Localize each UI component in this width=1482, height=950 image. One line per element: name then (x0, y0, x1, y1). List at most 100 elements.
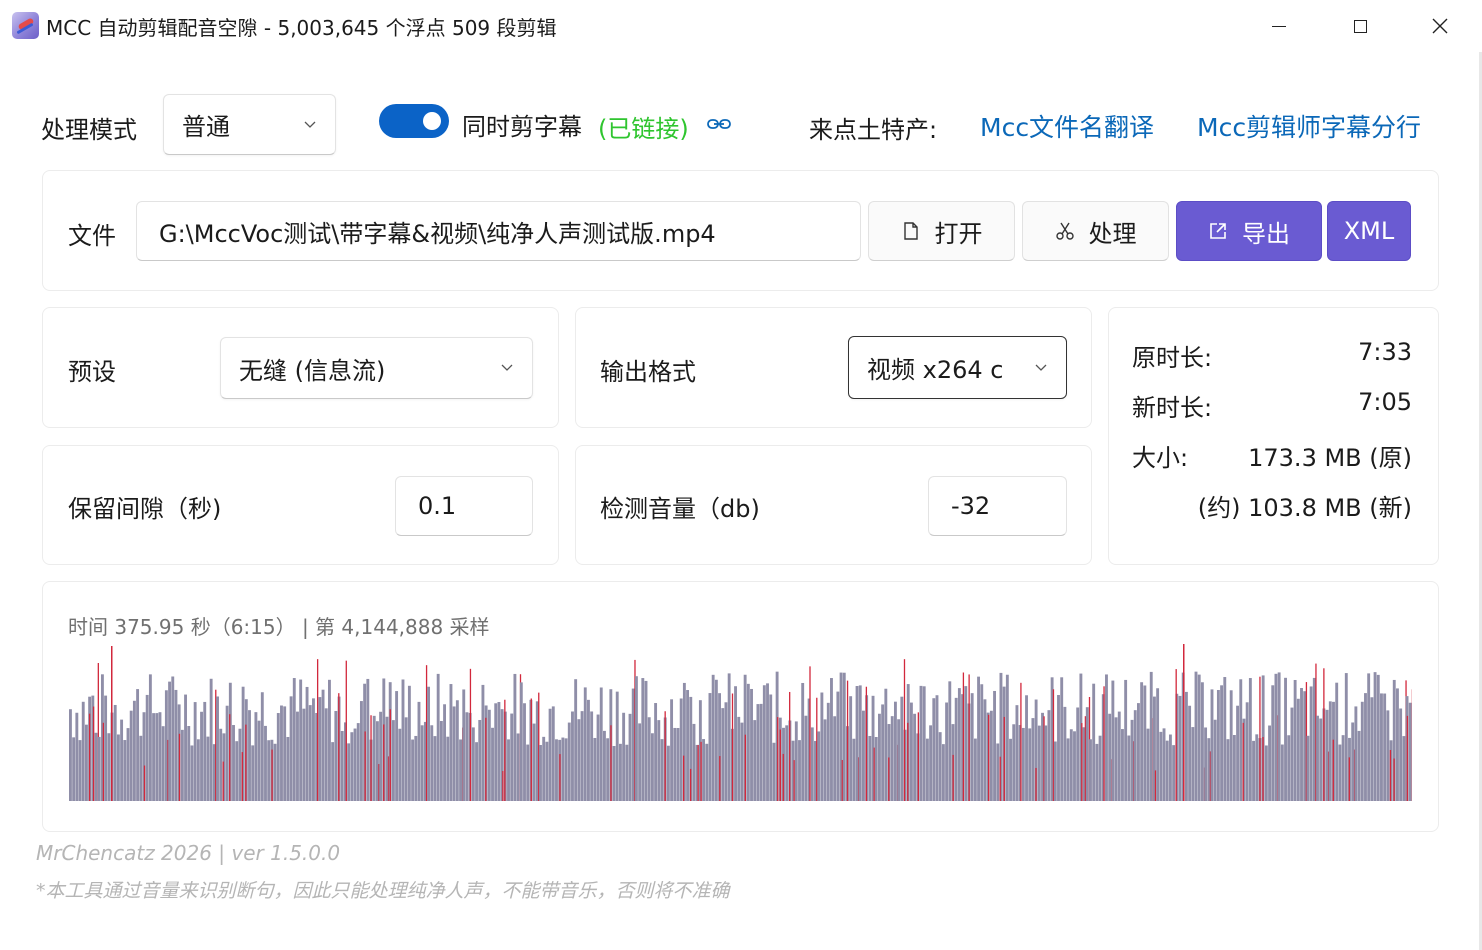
waveform-bar (612, 746, 616, 801)
waveform-bar (136, 689, 140, 801)
waveform-bar (574, 679, 578, 801)
cut-marker (952, 754, 954, 801)
minimize-button[interactable] (1259, 8, 1299, 44)
waveform-bar (164, 690, 168, 801)
close-button[interactable] (1420, 8, 1460, 44)
waveform-bar (606, 738, 610, 801)
cut-marker (782, 753, 784, 801)
waveform-bar (420, 725, 424, 801)
waveform-bar (1095, 743, 1099, 801)
external-link-icon (1210, 223, 1226, 239)
preset-dropdown[interactable]: 无缝 (信息流) (220, 337, 533, 399)
waveform-bar (200, 711, 203, 801)
waveform-bar (455, 700, 459, 801)
waveform-bar (155, 713, 159, 801)
xml-button[interactable]: XML (1327, 201, 1411, 261)
waveform-bar (1239, 679, 1243, 801)
waveform-canvas[interactable] (69, 643, 1412, 803)
waveform-bar (909, 702, 913, 801)
file-path-input[interactable]: G:\MccVoc测试\带字幕&视频\纯净人声测试版.mp4 (136, 201, 861, 261)
waveform-bar (1232, 735, 1236, 801)
cut-marker (389, 709, 391, 801)
waveform-bar (833, 716, 837, 801)
waveform-bar (427, 686, 431, 801)
waveform-bar (1162, 728, 1166, 801)
cut-marker (338, 693, 340, 801)
waveform-bar (1069, 729, 1073, 801)
waveform-bar (1351, 722, 1355, 801)
waveform-bar (1114, 717, 1118, 801)
waveform-bar (657, 720, 661, 801)
export-button[interactable]: 导出 (1176, 201, 1322, 261)
volume-input[interactable]: -32 (928, 476, 1067, 536)
waveform-bar (491, 727, 494, 801)
cut-marker (530, 698, 532, 801)
waveform-bar (174, 689, 178, 801)
cut-marker (809, 666, 811, 801)
waveform-bar (993, 690, 996, 801)
waveform-bar (324, 708, 328, 801)
waveform-bar (1344, 673, 1348, 801)
waveform-bar (264, 725, 267, 801)
waveform-bar (407, 685, 411, 801)
waveform-bar (583, 687, 587, 801)
waveform-bar (1290, 707, 1294, 801)
waveform-bar (724, 702, 728, 801)
waveform-bar (1213, 719, 1217, 801)
waveform-bar (404, 717, 408, 801)
waveform-bar (1149, 671, 1153, 801)
format-value: 视频 x264 c (867, 356, 1004, 384)
cut-marker (88, 713, 91, 801)
waveform-bar (1037, 725, 1041, 801)
waveform-bar (1159, 731, 1163, 801)
volume-label: 检测音量（db) (600, 495, 760, 523)
cut-marker (1175, 669, 1177, 801)
cut-marker (917, 712, 919, 801)
mode-dropdown[interactable]: 普通 (163, 94, 336, 155)
waveform-bar (465, 712, 469, 801)
cut-marker (271, 749, 273, 801)
waveform-bar (254, 712, 258, 801)
waveform-bar (1220, 685, 1224, 801)
waveform-bar (922, 686, 926, 801)
link-icon[interactable] (706, 113, 732, 135)
subtitle-toggle[interactable] (379, 104, 449, 138)
waveform-bar (545, 741, 549, 801)
waveform-bar (184, 694, 187, 801)
cut-marker (888, 757, 890, 801)
waveform-bar (1178, 695, 1182, 801)
open-button[interactable]: 打开 (868, 201, 1015, 261)
waveform-bar (180, 729, 184, 801)
waveform-bar (1057, 695, 1060, 801)
waveform-bar (855, 686, 859, 801)
waveform-bar (692, 723, 696, 801)
link-filename-translate[interactable]: Mcc文件名翻译 (980, 108, 1154, 144)
waveform-bar (158, 712, 162, 801)
waveform-bar (1408, 702, 1412, 801)
waveform-bar (801, 682, 805, 801)
link-subtitle-split[interactable]: Mcc剪辑师字幕分行 (1197, 108, 1421, 144)
waveform-bar (1316, 715, 1319, 801)
waveform-bar (1063, 706, 1067, 801)
format-dropdown[interactable]: 视频 x264 c (848, 336, 1067, 399)
waveform-bar (1386, 710, 1390, 801)
gap-input[interactable]: 0.1 (395, 476, 533, 536)
waveform-bar (603, 730, 606, 801)
chevron-down-icon (1035, 364, 1047, 371)
waveform-bar (593, 737, 597, 801)
waveform-bar (414, 735, 418, 801)
maximize-button[interactable] (1340, 8, 1380, 44)
waveform-bar (1165, 740, 1169, 801)
process-button[interactable]: 处理 (1022, 201, 1169, 261)
waveform-bar (305, 686, 309, 801)
waveform-bar (209, 678, 213, 801)
waveform-bar (1156, 688, 1160, 801)
waveform-bar (443, 704, 446, 801)
waveform-bar (526, 744, 530, 801)
cut-marker (1183, 644, 1185, 801)
cut-marker (873, 747, 875, 801)
waveform-bar (964, 686, 968, 801)
cut-marker (777, 717, 779, 801)
format-label: 输出格式 (600, 358, 696, 386)
waveform-bar (628, 713, 632, 801)
